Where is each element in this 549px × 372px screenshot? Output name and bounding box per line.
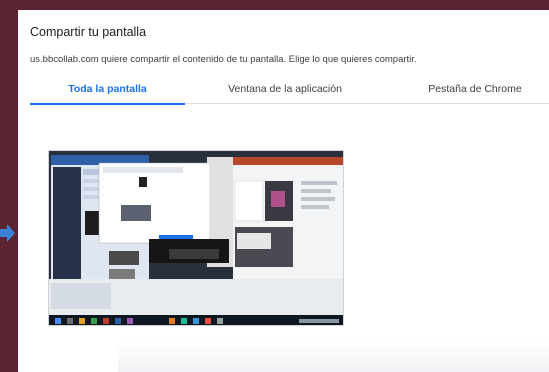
tab-application-window[interactable]: Ventana de la aplicación bbox=[200, 82, 370, 104]
screen-preview-thumbnail[interactable] bbox=[48, 150, 344, 326]
tab-chrome-tab[interactable]: Pestaña de Chrome bbox=[400, 82, 549, 104]
tab-entire-screen[interactable]: Toda la pantalla bbox=[30, 82, 185, 105]
arrow-right-icon bbox=[0, 224, 15, 242]
dialog-footer-fade bbox=[118, 342, 549, 372]
dialog-title: Compartir tu pantalla bbox=[30, 25, 147, 39]
dialog-subtitle: us.bbcollab.com quiere compartir el cont… bbox=[30, 54, 417, 65]
share-tabs: Toda la pantalla Ventana de la aplicació… bbox=[30, 82, 549, 105]
desktop-screenshot-image bbox=[49, 151, 343, 325]
share-screen-dialog: Compartir tu pantalla us.bbcollab.com qu… bbox=[18, 10, 549, 372]
